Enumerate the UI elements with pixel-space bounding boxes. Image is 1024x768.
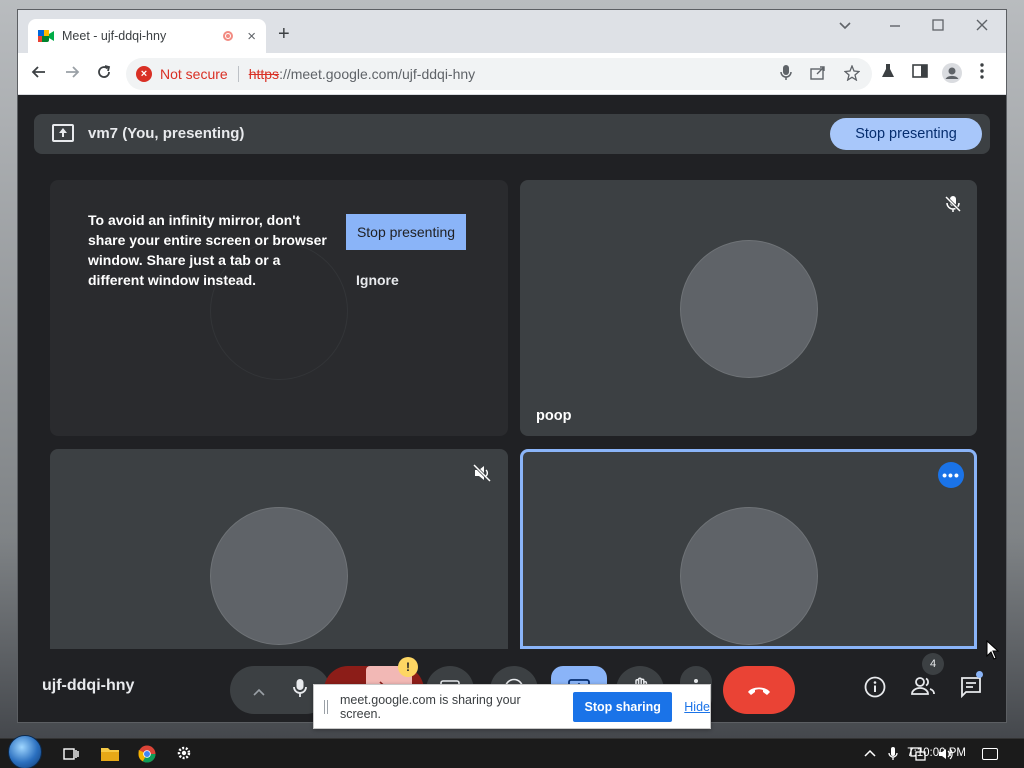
url-scheme: https (248, 66, 280, 82)
tray-chevron-icon[interactable] (864, 747, 876, 764)
meet-app: vm7 (You, presenting) Stop presenting To… (18, 96, 1006, 722)
sharing-message: meet.google.com is sharing your screen. (339, 692, 521, 721)
file-explorer-icon[interactable] (100, 745, 119, 763)
microphone-icon[interactable] (293, 678, 307, 703)
avatar (680, 240, 818, 378)
reload-icon[interactable] (95, 63, 113, 84)
participant-tile (50, 449, 508, 649)
google-meet-icon (38, 29, 54, 43)
stop-sharing-button[interactable]: Stop sharing (573, 691, 673, 722)
labs-flask-icon[interactable] (880, 63, 896, 82)
people-count-badge: 4 (922, 653, 944, 675)
browser-tab[interactable]: Meet - ujf-ddqi-hny × (28, 19, 266, 53)
warning-stop-presenting-button[interactable]: Stop presenting (346, 214, 466, 250)
more-options-icon[interactable]: ••• (938, 462, 964, 488)
share-icon[interactable] (810, 65, 826, 85)
hide-link[interactable]: Hide (684, 700, 710, 714)
meeting-code: ujf-ddqi-hny (42, 677, 135, 694)
avatar (210, 507, 348, 645)
not-secure-icon: × (136, 66, 152, 82)
drag-handle-icon[interactable] (324, 699, 328, 714)
new-tab-button[interactable]: + (278, 24, 290, 44)
taskbar: 7:10:00 PM (0, 735, 1024, 768)
chat-notification-dot (976, 671, 983, 678)
chrome-icon[interactable] (138, 745, 156, 763)
presenting-label: vm7 (You, presenting) (88, 125, 245, 142)
speaker-muted-icon (472, 463, 492, 483)
present-screen-icon (52, 124, 74, 142)
participant-name: poop (536, 408, 572, 424)
camera-warning-icon: ! (398, 657, 418, 677)
self-presentation-tile: To avoid an infinity mirror, don't share… (50, 180, 508, 436)
warning-ignore-button[interactable]: Ignore (356, 272, 399, 288)
window-close-icon[interactable] (976, 18, 988, 34)
maximize-icon[interactable] (932, 18, 944, 34)
stop-presenting-button[interactable]: Stop presenting (830, 118, 982, 150)
mic-muted-icon (943, 194, 963, 214)
end-call-icon (746, 680, 772, 701)
infinity-mirror-warning: To avoid an infinity mirror, don't share… (88, 212, 327, 288)
side-panel-icon[interactable] (912, 63, 928, 82)
browser-menu-icon[interactable] (980, 63, 984, 82)
url-text: ://meet.google.com/ujf-ddqi-hny (279, 66, 476, 82)
tab-close-icon[interactable]: × (247, 28, 256, 45)
microphone-in-use-icon[interactable] (780, 65, 792, 85)
address-bar[interactable]: × Not secure https ://meet.google.com/uj… (126, 58, 872, 90)
bookmark-star-icon[interactable] (843, 64, 861, 85)
forward-icon[interactable] (63, 63, 81, 84)
leave-call-button[interactable] (723, 666, 795, 714)
notifications-icon[interactable] (982, 748, 998, 760)
audio-options-chevron-icon[interactable] (253, 680, 265, 701)
meeting-details-icon[interactable] (864, 676, 886, 704)
presenting-banner: vm7 (You, presenting) Stop presenting (34, 114, 990, 154)
recording-indicator-icon (223, 31, 234, 41)
browser-toolbar: × Not secure https ://meet.google.com/uj… (18, 53, 1006, 95)
screen-sharing-notification: meet.google.com is sharing your screen. … (313, 684, 711, 729)
back-icon[interactable] (30, 63, 48, 84)
task-view-icon[interactable] (62, 745, 80, 763)
minimize-icon[interactable] (888, 18, 902, 34)
tab-search-chevron-icon[interactable] (838, 18, 852, 34)
start-button-icon[interactable] (8, 735, 42, 768)
participant-tile: poop (520, 180, 977, 436)
omnibox-divider (237, 66, 239, 82)
chat-icon[interactable] (960, 676, 982, 704)
title-bar: Meet - ujf-ddqi-hny × + (18, 10, 1006, 53)
profile-avatar-icon[interactable] (942, 63, 962, 86)
security-label[interactable]: Not secure (160, 66, 228, 82)
tray-microphone-icon[interactable] (888, 747, 898, 764)
people-icon[interactable] (911, 676, 935, 702)
system-clock[interactable]: 7:10:00 PM (907, 747, 966, 759)
mouse-cursor-icon (986, 640, 1000, 660)
active-participant-tile: ••• (520, 449, 977, 649)
browser-window: Meet - ujf-ddqi-hny × + × Not secure htt… (17, 9, 1007, 723)
tab-title: Meet - ujf-ddqi-hny (62, 29, 167, 43)
avatar (680, 507, 818, 645)
settings-gear-icon[interactable] (176, 745, 194, 763)
